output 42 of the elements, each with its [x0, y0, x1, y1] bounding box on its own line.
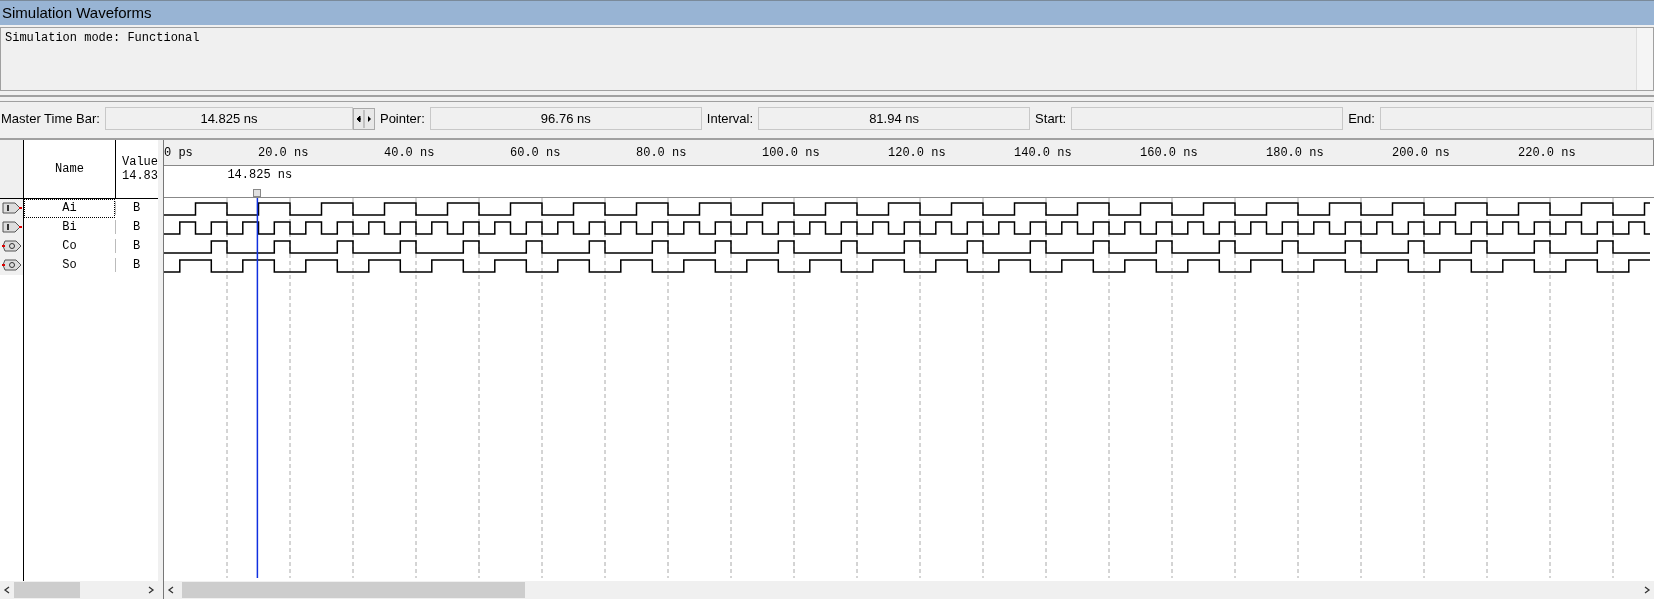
- tick-label: 180.0 ns: [1266, 146, 1324, 160]
- column-header[interactable]: Name: [24, 140, 116, 198]
- message-text: Simulation mode: Functional: [5, 31, 201, 45]
- output-pin-icon: [1, 240, 22, 253]
- field-label: Start:: [1035, 111, 1067, 127]
- tick-label: 140.0 ns: [1014, 146, 1072, 160]
- input-pin-icon: [1, 202, 22, 215]
- tick-label: 0 ps: [164, 146, 193, 160]
- tick-label: 200.0 ns: [1392, 146, 1450, 160]
- signal-name[interactable]: So: [24, 256, 115, 275]
- tick-label: 160.0 ns: [1140, 146, 1198, 160]
- output-pin-icon: [1, 259, 22, 272]
- tick-label: 80.0 ns: [636, 146, 687, 160]
- tick-label: 40.0 ns: [384, 146, 435, 160]
- tick-label: 120.0 ns: [888, 146, 946, 160]
- field-label: Master Time Bar:: [1, 111, 100, 127]
- column-header[interactable]: Value 14.83: [116, 140, 158, 198]
- tick-label: 20.0 ns: [258, 146, 309, 160]
- time-field[interactable]: 96.76 ns: [429, 107, 702, 131]
- signal-name[interactable]: Bi: [24, 218, 115, 237]
- time-field[interactable]: [1071, 107, 1344, 131]
- tick-label: 220.0 ns: [1518, 146, 1576, 160]
- field-label: End:: [1348, 111, 1375, 127]
- time-field[interactable]: 14.825 ns: [104, 107, 353, 131]
- field-label: Interval:: [706, 111, 754, 127]
- splitter-bar[interactable]: [0, 94, 1654, 102]
- time-field[interactable]: [1379, 107, 1652, 131]
- time-cursor[interactable]: [256, 198, 259, 578]
- input-pin-icon: [1, 221, 22, 234]
- window-title: Simulation Waveforms: [0, 0, 1654, 25]
- cursor-label: 14.825 ns: [227, 168, 293, 182]
- tick-label: 60.0 ns: [510, 146, 561, 160]
- signal-name[interactable]: Ai: [24, 199, 115, 218]
- scrollbar-thumb[interactable]: [182, 582, 525, 598]
- scrollbar[interactable]: [1636, 28, 1653, 90]
- time-field[interactable]: 81.94 ns: [758, 107, 1031, 131]
- tick-label: 100.0 ns: [762, 146, 820, 160]
- signal-name[interactable]: Co: [24, 237, 115, 256]
- scrollbar-thumb[interactable]: [14, 582, 80, 598]
- spin-button[interactable]: [352, 107, 375, 130]
- field-label: Pointer:: [379, 111, 425, 127]
- cursor-handle[interactable]: [253, 189, 262, 197]
